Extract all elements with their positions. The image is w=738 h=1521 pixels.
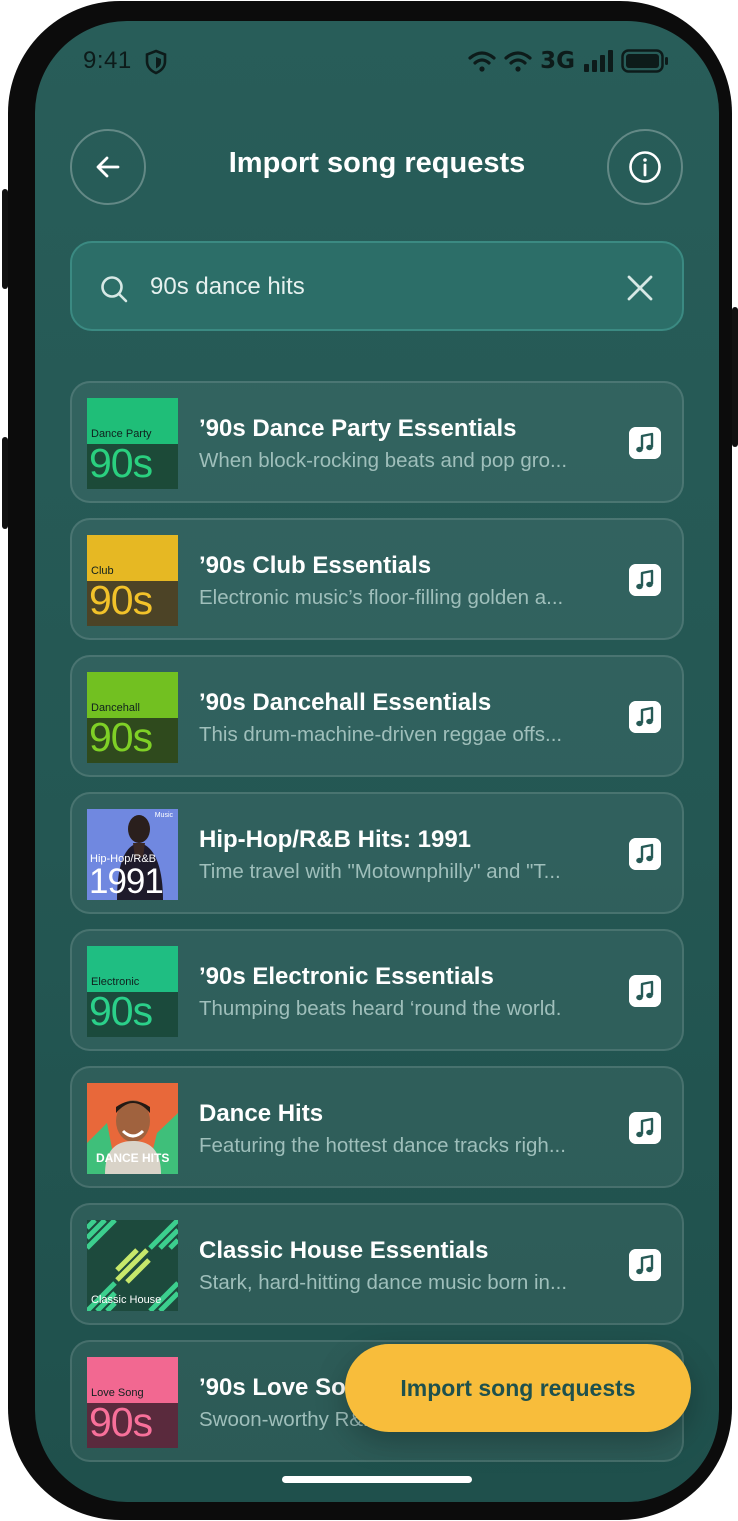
phone-side-button	[732, 307, 738, 447]
phone-side-button	[2, 437, 8, 529]
music-note-icon[interactable]	[629, 427, 661, 459]
wifi-icon	[468, 51, 496, 72]
artwork-title: 90s	[89, 714, 153, 760]
music-note-icon[interactable]	[629, 701, 661, 733]
phone-side-button	[2, 189, 8, 289]
music-note-icon[interactable]	[629, 1112, 661, 1144]
wifi-icon	[504, 51, 532, 72]
app-screen: 9:41 3G Import song requests 90s dance h…	[35, 21, 719, 1502]
music-note-icon[interactable]	[629, 564, 661, 596]
playlist-title: ’90s Dance Party Essentials	[199, 415, 517, 442]
close-icon[interactable]	[626, 274, 654, 302]
playlist-title: Hip-Hop/R&B Hits: 1991	[199, 826, 472, 853]
playlist-card[interactable]: Dance Party 90s ’90s Dance Party Essenti…	[70, 381, 684, 503]
home-indicator	[282, 1476, 472, 1483]
playlist-card[interactable]: Dancehall 90s ’90s Dancehall Essentials …	[70, 655, 684, 777]
playlist-card[interactable]: Music Hip-Hop/R&B 1991 Hip-Hop/R&B Hits:…	[70, 792, 684, 914]
artwork-label: DANCE HITS	[96, 1151, 170, 1165]
signal-icon	[584, 50, 613, 72]
music-note-icon[interactable]	[629, 838, 661, 870]
playlist-artwork: Club 90s	[87, 535, 178, 626]
artwork-title: 90s	[89, 577, 153, 623]
status-time: 9:41	[83, 47, 132, 74]
playlist-description: Time travel with "Motownphilly" and "T..…	[199, 860, 561, 883]
playlist-artwork: Music Hip-Hop/R&B 1991	[87, 809, 178, 900]
playlist-title: ’90s Club Essentials	[199, 552, 432, 579]
music-note-icon[interactable]	[629, 975, 661, 1007]
apple-music-badge: Music	[154, 812, 173, 819]
phone-frame: 9:41 3G Import song requests 90s dance h…	[2, 1, 738, 1520]
playlist-card[interactable]: Classic House Classic House Essentials S…	[70, 1203, 684, 1325]
playlist-card[interactable]: Club 90s ’90s Club Essentials Electronic…	[70, 518, 684, 640]
playlist-card[interactable]: Electronic 90s ’90s Electronic Essential…	[70, 929, 684, 1051]
music-note-icon[interactable]	[629, 1249, 661, 1281]
playlist-description: Electronic music’s floor-filling golden …	[199, 586, 564, 609]
playlist-description: This drum-machine-driven reggae offs...	[199, 723, 563, 746]
playlist-title: Classic House Essentials	[199, 1237, 489, 1264]
playlist-artwork: Love Song 90s	[87, 1357, 178, 1448]
artwork-title: 1991	[89, 862, 164, 900]
playlist-card[interactable]: DANCE HITS Dance Hits Featuring the hott…	[70, 1066, 684, 1188]
playlist-title: ’90s Dancehall Essentials	[199, 689, 492, 716]
network-type: 3G	[540, 48, 575, 74]
battery-icon	[621, 49, 668, 73]
import-song-requests-button[interactable]: Import song requests	[345, 1344, 691, 1432]
info-button[interactable]	[607, 129, 683, 205]
artwork-label: Classic House	[91, 1294, 162, 1306]
shield-icon	[145, 49, 167, 75]
playlist-artwork: DANCE HITS	[87, 1083, 178, 1174]
status-indicators: 3G	[468, 47, 669, 75]
playlist-description: Stark, hard-hitting dance music born in.…	[199, 1271, 568, 1294]
playlist-artwork: Electronic 90s	[87, 946, 178, 1037]
playlist-artwork: Dancehall 90s	[87, 672, 178, 763]
playlist-description: Thumping beats heard ‘round the world.	[199, 997, 562, 1020]
playlist-description: When block-rocking beats and pop gro...	[199, 449, 568, 472]
artwork-title: 90s	[89, 988, 153, 1034]
playlist-description: Featuring the hottest dance tracks righ.…	[199, 1134, 566, 1157]
info-icon	[629, 151, 661, 183]
search-bar	[70, 241, 684, 331]
search-input[interactable]	[150, 265, 590, 309]
search-icon	[101, 276, 128, 303]
playlist-artwork: Classic House	[87, 1220, 178, 1311]
artwork-title: 90s	[89, 1399, 153, 1445]
playlist-title: ’90s Electronic Essentials	[199, 963, 494, 990]
playlist-title: Dance Hits	[199, 1100, 324, 1127]
artwork-title: 90s	[89, 440, 153, 486]
playlist-artwork: Dance Party 90s	[87, 398, 178, 489]
